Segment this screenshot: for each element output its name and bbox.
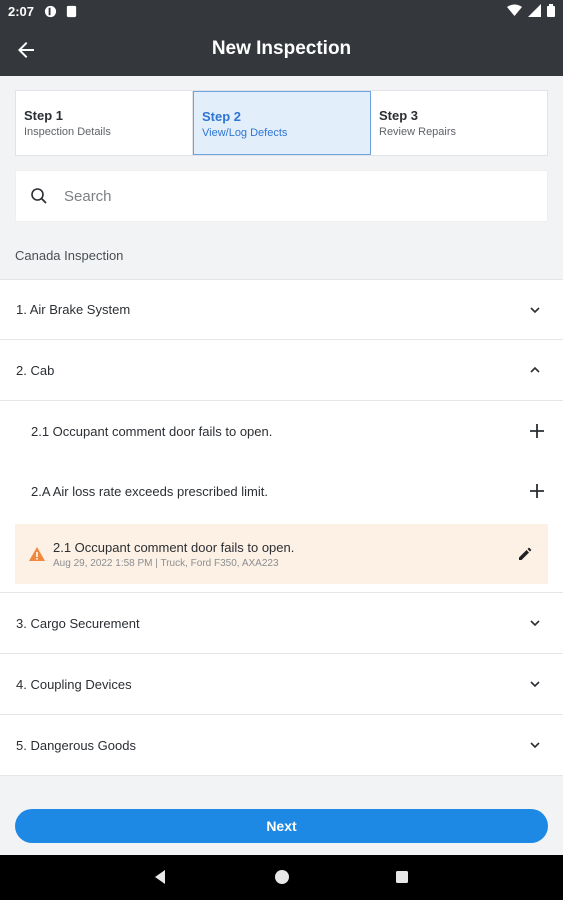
defect-option-item[interactable]: 2.1 Occupant comment door fails to open. xyxy=(0,401,563,461)
home-circle-icon[interactable] xyxy=(274,869,290,885)
battery-icon xyxy=(547,4,555,17)
plus-icon[interactable] xyxy=(529,483,545,499)
step-label: Inspection Details xyxy=(24,126,111,138)
step-number: Step 2 xyxy=(202,109,242,124)
back-triangle-icon[interactable] xyxy=(152,869,168,885)
warning-icon xyxy=(29,547,45,561)
next-button[interactable]: Next xyxy=(15,809,548,843)
defect-text: 2.1 Occupant comment door fails to open.… xyxy=(53,540,294,569)
logged-defect-card[interactable]: 2.1 Occupant comment door fails to open.… xyxy=(15,524,548,584)
step-inspection-details[interactable]: Step 1 Inspection Details xyxy=(16,91,193,155)
category-coupling-devices[interactable]: 4. Coupling Devices xyxy=(0,654,563,715)
step-review-repairs[interactable]: Step 3 Review Repairs xyxy=(371,91,547,155)
system-nav-bar xyxy=(0,855,563,900)
category-air-brake-system[interactable]: 1. Air Brake System xyxy=(0,279,563,340)
category-cab[interactable]: 2. Cab xyxy=(0,340,563,401)
category-label: 3. Cargo Securement xyxy=(16,615,140,631)
chevron-down-icon xyxy=(530,306,540,313)
step-number: Step 1 xyxy=(24,108,64,123)
category-cargo-securement[interactable]: 3. Cargo Securement xyxy=(0,593,563,654)
chevron-down-icon xyxy=(530,742,540,749)
recents-square-icon[interactable] xyxy=(394,869,410,885)
search-input[interactable]: Search xyxy=(15,170,548,222)
stepper: Step 1 Inspection Details Step 2 View/Lo… xyxy=(15,90,548,156)
sim-card-icon xyxy=(66,5,77,18)
step-label: Review Repairs xyxy=(379,126,457,138)
step-view-log-defects[interactable]: Step 2 View/Log Defects xyxy=(193,91,371,155)
defect-title: 2.1 Occupant comment door fails to open. xyxy=(53,539,295,555)
pencil-icon[interactable] xyxy=(518,547,532,561)
status-time: 2:07 xyxy=(8,4,35,19)
app-bar: New Inspection xyxy=(0,24,563,76)
category-label: 1. Air Brake System xyxy=(16,302,131,317)
data-saver-icon xyxy=(44,5,57,18)
page-title: New Inspection xyxy=(211,38,352,59)
search-icon xyxy=(31,188,47,204)
defect-meta: Aug 29, 2022 1:58 PM | Truck, Ford F350,… xyxy=(53,557,279,569)
defect-option-label: 2.1 Occupant comment door fails to open. xyxy=(31,423,273,439)
category-list: 1. Air Brake System 2. Cab 2.1 Occupant … xyxy=(0,279,563,776)
category-label: 5. Dangerous Goods xyxy=(16,737,136,753)
plus-icon[interactable] xyxy=(529,423,545,439)
defect-option-label: 2.A Air loss rate exceeds prescribed lim… xyxy=(31,483,268,499)
chevron-down-icon xyxy=(530,681,540,688)
footer: Next xyxy=(0,795,563,855)
status-icons xyxy=(507,4,555,17)
category-label: 4. Coupling Devices xyxy=(16,676,132,692)
chevron-down-icon xyxy=(530,620,540,627)
category-label: 2. Cab xyxy=(16,362,55,378)
wifi-icon xyxy=(507,4,522,16)
search-placeholder: Search xyxy=(64,187,112,205)
status-bar: 2:07 xyxy=(0,0,563,24)
step-label: View/Log Defects xyxy=(202,127,288,139)
step-number: Step 3 xyxy=(379,108,419,123)
cell-signal-icon xyxy=(528,4,541,17)
category-dangerous-goods[interactable]: 5. Dangerous Goods xyxy=(0,715,563,776)
chevron-up-icon xyxy=(530,366,540,373)
section-label: Canada Inspection xyxy=(15,248,124,263)
defect-option-item[interactable]: 2.A Air loss rate exceeds prescribed lim… xyxy=(0,461,563,521)
